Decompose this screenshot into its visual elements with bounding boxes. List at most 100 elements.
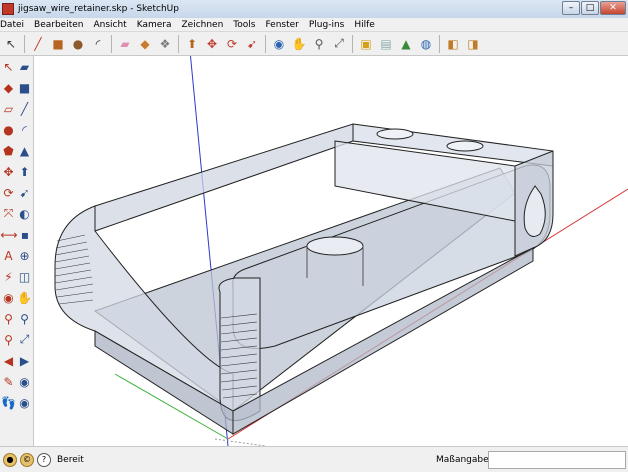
tool-icon-2-1[interactable]: ╱ [17, 101, 32, 117]
menu-ansicht[interactable]: Ansicht [88, 20, 131, 30]
tool-icon-5-0[interactable]: ✥ [1, 164, 16, 180]
tool-icon-13-1[interactable]: ⤢ [17, 332, 32, 348]
orbit-icon[interactable]: ◉ [270, 35, 288, 53]
menu-datei[interactable]: Datei [0, 20, 29, 30]
tool-row: ▱ ╱ [0, 98, 33, 119]
sketchup-app-icon[interactable] [2, 3, 14, 15]
tool-icon-1-1[interactable]: ■ [17, 80, 32, 96]
tool-icon-6-1[interactable]: ➹ [17, 185, 32, 201]
toolbar-separator [111, 34, 112, 53]
tool-icon-16-1[interactable]: ◉ [17, 395, 32, 411]
zoom-extents-icon[interactable]: ⤢ [330, 35, 348, 53]
center-hole [306, 236, 364, 256]
tool-icon-9-1[interactable]: ⊕ [17, 248, 32, 264]
rectangle-icon[interactable]: ■ [49, 35, 67, 53]
tool-icon-5-1[interactable]: ⬆ [17, 164, 32, 180]
tool-icon-10-0[interactable]: ⚡ [1, 269, 16, 285]
tool-icon-15-0[interactable]: ✎ [1, 374, 16, 390]
menu-plug-ins[interactable]: Plug-ins [304, 20, 350, 30]
tool-icon-6-0[interactable]: ⟳ [1, 185, 16, 201]
tool-row: ⚲ ⚲ [0, 308, 33, 329]
tool-icon-8-1[interactable]: ▪ [18, 227, 32, 243]
menu-fenster[interactable]: Fenster [260, 20, 303, 30]
make-component-icon[interactable]: ❖ [156, 35, 174, 53]
menu-hilfe[interactable]: Hilfe [349, 20, 379, 30]
preview-google-earth-icon[interactable]: ◍ [417, 35, 435, 53]
follow-me-icon[interactable]: ➹ [243, 35, 261, 53]
tool-icon-7-0[interactable]: ⤧ [1, 206, 16, 222]
push-pull-icon[interactable]: ⬆ [183, 35, 201, 53]
toolbar-separator [24, 34, 25, 53]
line-icon[interactable]: ╱ [29, 35, 47, 53]
tool-icon-3-0[interactable]: ● [1, 122, 16, 138]
rotate-icon[interactable]: ⟳ [223, 35, 241, 53]
component-browser-icon[interactable]: ◧ [444, 35, 462, 53]
toolbar-separator [265, 34, 266, 53]
eraser-icon[interactable]: ▰ [116, 35, 134, 53]
circle-icon[interactable]: ● [69, 35, 87, 53]
toolbar-separator [178, 34, 179, 53]
measurements-input[interactable] [488, 451, 626, 469]
tool-icon-12-1[interactable]: ⚲ [17, 311, 32, 327]
tool-icon-4-0[interactable]: ⬟ [1, 143, 16, 159]
tool-icon-2-0[interactable]: ▱ [1, 101, 16, 117]
measurements-label: Maßangaben [436, 455, 495, 465]
menu-kamera[interactable]: Kamera [132, 20, 177, 30]
menu-bearbeiten[interactable]: Bearbeiten [29, 20, 88, 30]
tool-icon-11-0[interactable]: ◉ [1, 290, 16, 306]
window-title: jigsaw_wire_retainer.skp - SketchUp [18, 4, 179, 14]
pan-icon[interactable]: ✋ [290, 35, 308, 53]
tool-row: A ⊕ [0, 245, 33, 266]
arc-icon[interactable]: ◜ [89, 35, 107, 53]
tool-icon-12-0[interactable]: ⚲ [1, 311, 16, 327]
tool-icon-13-0[interactable]: ⚲ [1, 332, 16, 348]
tool-row: ⚲ ⤢ [0, 329, 33, 350]
tool-icon-7-1[interactable]: ◐ [17, 206, 32, 222]
tool-row: ⟷ ▪ [0, 224, 33, 245]
select-icon[interactable]: ↖ [2, 35, 20, 53]
tool-icon-4-1[interactable]: ▲ [17, 143, 32, 159]
instructor-icon[interactable]: ? [37, 452, 51, 467]
share-model-icon[interactable]: ▤ [377, 35, 395, 53]
move-icon[interactable]: ✥ [203, 35, 221, 53]
minimize-button[interactable]: – [562, 1, 580, 15]
extension-warehouse-icon[interactable]: ◨ [464, 35, 482, 53]
zoom-icon[interactable]: ⚲ [310, 35, 328, 53]
tool-icon-0-1[interactable]: ▰ [17, 59, 32, 75]
tool-icon-16-0[interactable]: 👣 [1, 395, 16, 411]
place-model-icon[interactable]: ▲ [397, 35, 415, 53]
tool-icon-10-1[interactable]: ◫ [17, 269, 32, 285]
tool-icon-3-1[interactable]: ◜ [17, 122, 32, 138]
tool-icon-9-0[interactable]: A [1, 248, 16, 264]
paint-bucket-icon[interactable]: ◆ [136, 35, 154, 53]
title-bar: jigsaw_wire_retainer.skp - SketchUp – □ … [0, 0, 628, 18]
tool-row: ✥ ⬆ [0, 161, 33, 182]
tool-icon-15-1[interactable]: ◉ [17, 374, 32, 390]
close-button[interactable]: ✕ [600, 1, 626, 15]
tool-icon-14-0[interactable]: ◀ [1, 353, 16, 369]
tool-row: ↖ ▰ [0, 56, 33, 77]
tool-icon-1-0[interactable]: ◆ [1, 80, 16, 96]
jigsaw-wire-retainer-model[interactable] [54, 123, 554, 435]
status-bar: ● © ? Bereit Maßangaben [0, 446, 628, 472]
tool-row: ✎ ◉ [0, 371, 33, 392]
main-toolbar: ↖ ╱ ■ ● ◜ ▰ ◆ ❖ ⬆ ✥ ⟳ ➹ ◉ ✋ ⚲ ⤢ ▣ ▤ ▲ ◍ ◧ ◨ [0, 32, 628, 56]
tool-row: ⬟ ▲ [0, 140, 33, 161]
menu-zeichnen[interactable]: Zeichnen [176, 20, 228, 30]
geo-location-icon[interactable]: ● [3, 452, 17, 467]
tool-row: ● ◜ [0, 119, 33, 140]
tool-row: ◀ ▶ [0, 350, 33, 371]
get-models-icon[interactable]: ▣ [357, 35, 375, 53]
window-controls: – □ ✕ [561, 1, 626, 15]
maximize-button[interactable]: □ [581, 1, 599, 15]
model-canvas[interactable] [35, 56, 628, 446]
menu-tools[interactable]: Tools [228, 20, 260, 30]
tool-icon-11-1[interactable]: ✋ [17, 290, 32, 306]
tool-icon-0-0[interactable]: ↖ [1, 59, 16, 75]
menu-bar: Datei Bearbeiten Ansicht Kamera Zeichnen… [0, 18, 628, 32]
tool-row: ◉ ✋ [0, 287, 33, 308]
tool-icon-14-1[interactable]: ▶ [17, 353, 32, 369]
credits-icon[interactable]: © [20, 452, 34, 467]
model-viewport[interactable] [35, 56, 628, 446]
tool-icon-8-0[interactable]: ⟷ [0, 227, 17, 243]
